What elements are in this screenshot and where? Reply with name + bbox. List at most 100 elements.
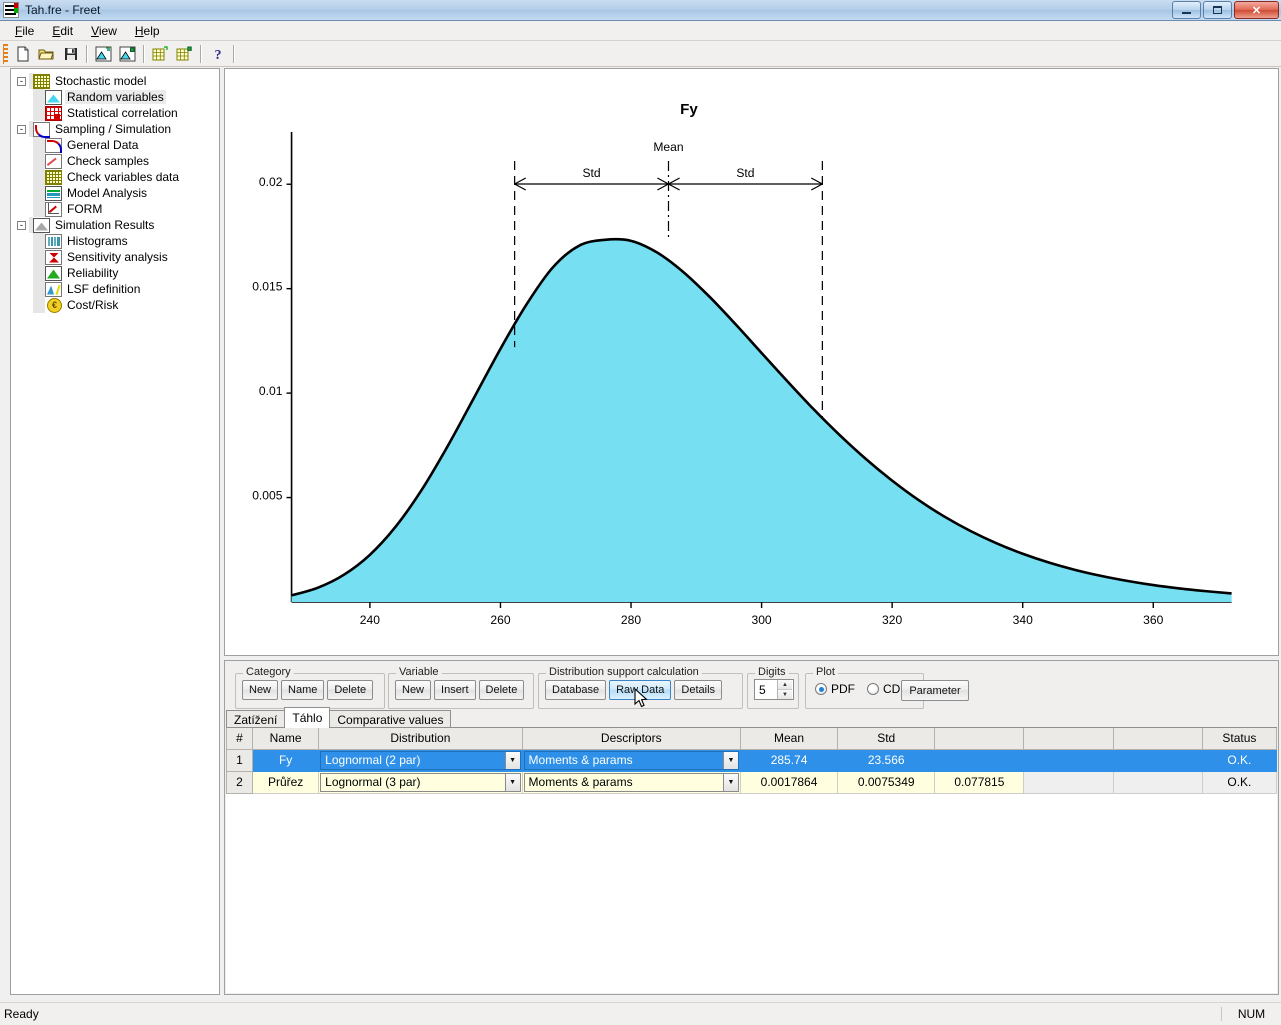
distribution-select-cell[interactable]: Lognormal (3 par) ▼ <box>318 770 523 794</box>
std-cell[interactable]: 0.0075349 <box>837 770 936 794</box>
descriptors-select-cell[interactable]: Moments & params ▼ <box>521 748 741 772</box>
open-file-icon[interactable] <box>35 43 58 65</box>
tree-item-statistical-correlation[interactable]: Statistical correlation <box>17 105 217 121</box>
variable-new-button[interactable]: New <box>395 680 432 700</box>
category-delete-button[interactable]: Delete <box>327 680 374 700</box>
table-header-std[interactable]: Std <box>837 728 936 750</box>
tab-comparative-values[interactable]: Comparative values <box>329 710 452 728</box>
param4-cell[interactable] <box>1023 770 1114 794</box>
distribution-select[interactable]: Lognormal (3 par) ▼ <box>320 772 521 792</box>
toolbar-grip[interactable] <box>3 43 8 64</box>
table-header-status[interactable]: Status <box>1201 728 1277 750</box>
chevron-down-icon[interactable]: ▼ <box>722 773 738 791</box>
table-header-blank-7[interactable] <box>1023 728 1114 750</box>
chevron-down-icon[interactable]: ▼ <box>504 751 520 769</box>
tree-item-model-analysis[interactable]: Model Analysis <box>17 185 217 201</box>
tree-item-reliability[interactable]: Reliability <box>17 265 217 281</box>
param5-cell[interactable] <box>1112 770 1203 794</box>
table-header-mean[interactable]: Mean <box>739 728 839 750</box>
raw-data-button[interactable]: Raw Data <box>609 680 672 700</box>
toolbar-separator <box>86 44 88 63</box>
table-header-[interactable]: # <box>226 728 254 750</box>
category-new-button[interactable]: New <box>242 680 279 700</box>
distribution-select-cell[interactable]: Lognormal (2 par) ▼ <box>318 748 523 772</box>
menu-edit[interactable]: Edit <box>43 22 82 40</box>
tree-item-lsf-definition[interactable]: LSF definition <box>17 281 217 297</box>
navigation-tree-panel[interactable]: - Stochastic model Random variables Statist… <box>10 68 220 995</box>
tree-item-form[interactable]: FORM <box>17 201 217 217</box>
variable-insert-button[interactable]: Insert <box>434 680 476 700</box>
menu-file[interactable]: File <box>6 22 43 40</box>
table-header-name[interactable]: Name <box>252 728 320 750</box>
tree-item-simulation-results[interactable]: - Simulation Results <box>17 217 217 233</box>
database-button[interactable]: Database <box>545 680 607 700</box>
random-variables-icon[interactable] <box>92 43 115 65</box>
digits-stepper[interactable]: 5 ▲ ▼ <box>754 679 794 700</box>
variable-group: Variable New Insert Delete <box>388 666 534 709</box>
tree-expander-icon[interactable]: - <box>17 220 26 230</box>
param3-cell[interactable] <box>934 748 1025 772</box>
save-file-icon[interactable] <box>59 43 82 65</box>
tree-item-check-variables-data[interactable]: Check variables data <box>17 169 217 185</box>
tree-connector <box>33 233 45 249</box>
y-tick-label: 0.02 <box>259 175 283 189</box>
std-cell[interactable]: 23.566 <box>837 748 936 772</box>
details-button[interactable]: Details <box>674 680 723 700</box>
tab-zat-en[interactable]: Zatížení <box>226 710 286 728</box>
descriptors-select[interactable]: Moments & params ▼ <box>523 750 739 770</box>
tree-item-cost-risk[interactable]: Cost/Risk <box>17 297 217 313</box>
table-header-distribution[interactable]: Distribution <box>318 728 523 750</box>
mean-cell[interactable]: 285.74 <box>739 748 839 772</box>
close-button[interactable]: ✕ <box>1234 1 1279 19</box>
mean-cell[interactable]: 0.0017864 <box>739 770 839 794</box>
param3-cell[interactable]: 0.077815 <box>934 770 1025 794</box>
category-name-button[interactable]: Name <box>281 680 325 700</box>
tree-item-histograms[interactable]: Histograms <box>17 233 217 249</box>
tree-item-sensitivity-analysis[interactable]: Sensitivity analysis <box>17 249 217 265</box>
tab-t-hlo[interactable]: Táhlo <box>284 707 331 728</box>
menu-view[interactable]: View <box>82 22 126 40</box>
status-badge[interactable]: O.K. <box>1201 770 1277 794</box>
table-header-blank-8[interactable] <box>1112 728 1203 750</box>
row-index[interactable]: 1 <box>226 748 254 772</box>
grid-data-2-icon[interactable] <box>173 43 196 65</box>
tree-item-stochastic-model[interactable]: - Stochastic model <box>17 73 217 89</box>
descriptors-select-cell[interactable]: Moments & params ▼ <box>521 770 741 794</box>
table-row[interactable]: 2 Průřez Lognormal (3 par) ▼ Moments & param… <box>226 770 1277 794</box>
digits-increment-icon[interactable]: ▲ <box>778 680 792 689</box>
descriptors-select[interactable]: Moments & params ▼ <box>523 772 739 792</box>
random-variables-2-icon[interactable] <box>116 43 139 65</box>
grid-data-icon[interactable] <box>149 43 172 65</box>
digits-decrement-icon[interactable]: ▼ <box>778 689 792 699</box>
mount-icon <box>45 89 62 105</box>
row-index[interactable]: 2 <box>226 770 254 794</box>
minimize-button[interactable] <box>1172 1 1201 19</box>
param4-cell[interactable] <box>1023 748 1114 772</box>
param5-cell[interactable] <box>1112 748 1203 772</box>
window-title: Tah.fre - Freet <box>25 3 101 17</box>
maximize-button[interactable] <box>1203 1 1232 19</box>
plot-pdf-radio[interactable]: PDF <box>815 682 855 696</box>
variable-name-cell[interactable]: Průřez <box>252 770 320 794</box>
menu-help[interactable]: Help <box>126 22 169 40</box>
help-icon[interactable]: ? <box>206 43 229 65</box>
tree-item-sampling-simulation[interactable]: - Sampling / Simulation <box>17 121 217 138</box>
tree-expander-icon[interactable]: - <box>17 124 26 134</box>
variables-table-container[interactable]: # Name Distribution Descriptors Mean Std Statu… <box>226 728 1277 993</box>
table-header-blank-6[interactable] <box>934 728 1025 750</box>
chevron-down-icon[interactable]: ▼ <box>722 751 738 769</box>
tree-item-check-samples[interactable]: Check samples <box>17 153 217 169</box>
chevron-down-icon[interactable]: ▼ <box>504 773 520 791</box>
variable-delete-button[interactable]: Delete <box>478 680 525 700</box>
table-row[interactable]: 1 Fy Lognormal (2 par) ▼ Moments & params ▼ 28… <box>226 748 1277 772</box>
tree-expander-icon[interactable]: - <box>17 76 26 86</box>
variable-name-cell[interactable]: Fy <box>252 748 320 772</box>
distribution-select[interactable]: Lognormal (2 par) ▼ <box>320 750 521 770</box>
new-file-icon[interactable] <box>11 43 34 65</box>
digits-value[interactable]: 5 <box>755 680 777 699</box>
parameter-button[interactable]: Parameter <box>901 680 969 701</box>
tree-item-random-variables[interactable]: Random variables <box>17 89 217 105</box>
status-badge[interactable]: O.K. <box>1201 748 1277 772</box>
tree-item-general-data[interactable]: General Data <box>17 137 217 153</box>
table-header-descriptors[interactable]: Descriptors <box>521 728 741 750</box>
